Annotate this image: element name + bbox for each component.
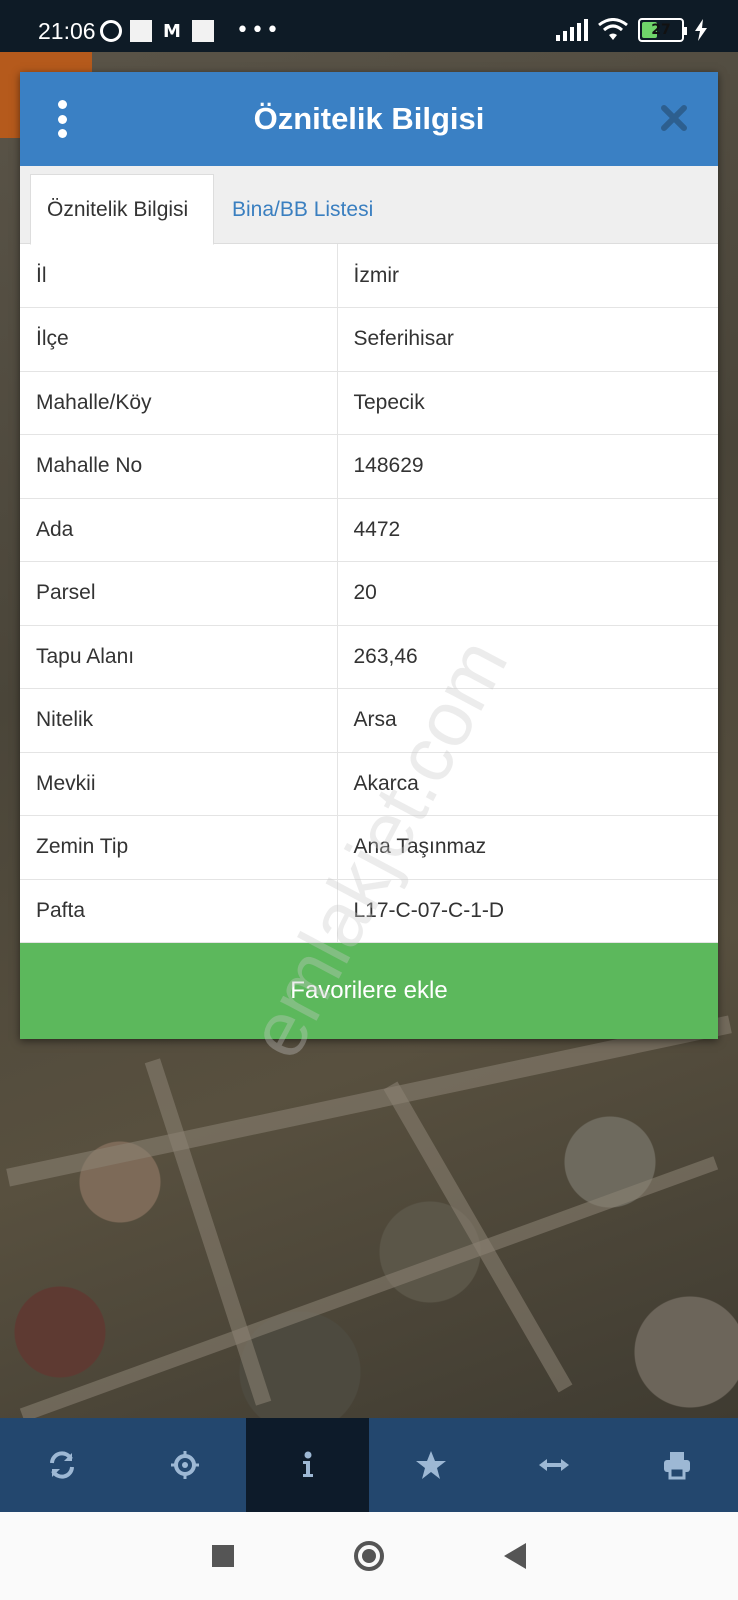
attribute-value: L17-C-07-C-1-D bbox=[337, 879, 718, 943]
dialog-header: Öznitelik Bilgisi bbox=[20, 72, 718, 166]
attribute-key: Zemin Tip bbox=[20, 815, 338, 880]
attribute-value: Seferihisar bbox=[337, 307, 718, 372]
close-icon[interactable] bbox=[656, 100, 692, 136]
attribute-row: Parsel 20 bbox=[20, 561, 718, 626]
attribute-row: Tapu Alanı 263,46 bbox=[20, 625, 718, 689]
attribute-value: 4472 bbox=[337, 498, 718, 562]
favorites-button[interactable] bbox=[369, 1418, 492, 1512]
attribute-value: Tepecik bbox=[337, 371, 718, 435]
attribute-row: Ada 4472 bbox=[20, 498, 718, 562]
measure-icon bbox=[538, 1459, 569, 1471]
bottom-toolbar bbox=[0, 1418, 738, 1512]
tab-attribute-info[interactable]: Öznitelik Bilgisi bbox=[30, 174, 214, 245]
menu-icon[interactable] bbox=[52, 100, 72, 138]
tab-building-list[interactable]: Bina/BB Listesi bbox=[216, 174, 389, 245]
signal-icon bbox=[556, 19, 588, 41]
notification-icon bbox=[192, 20, 214, 42]
attribute-row: Pafta L17-C-07-C-1-D bbox=[20, 879, 718, 943]
wifi-icon bbox=[598, 18, 628, 40]
recent-apps-icon[interactable] bbox=[212, 1545, 234, 1567]
attribute-row: İl İzmir bbox=[20, 244, 718, 308]
locate-icon bbox=[170, 1451, 199, 1479]
attribute-key: Nitelik bbox=[20, 688, 338, 753]
back-icon[interactable] bbox=[504, 1543, 526, 1569]
charging-icon bbox=[695, 19, 707, 41]
battery-level: 27 bbox=[651, 22, 671, 38]
status-icons-left: M ••• bbox=[100, 20, 281, 42]
attribute-value: 20 bbox=[337, 561, 718, 626]
attribute-key: Mahalle/Köy bbox=[20, 371, 338, 435]
attribute-row: Mahalle No 148629 bbox=[20, 434, 718, 499]
attribute-key: Mahalle No bbox=[20, 434, 338, 499]
status-icons-right: 27 bbox=[556, 18, 708, 42]
attribute-row: Nitelik Arsa bbox=[20, 688, 718, 753]
print-button[interactable] bbox=[615, 1418, 738, 1512]
measure-button[interactable] bbox=[492, 1418, 615, 1512]
attribute-key: Tapu Alanı bbox=[20, 625, 338, 689]
attribute-table: İl İzmir İlçe Seferihisar Mahalle/Köy Tepecik… bbox=[20, 244, 718, 943]
attribute-value: Arsa bbox=[337, 688, 718, 753]
tab-bar: Öznitelik Bilgisi Bina/BB Listesi bbox=[20, 166, 718, 245]
attribute-value: 263,46 bbox=[337, 625, 718, 689]
gmail-icon: M bbox=[163, 20, 181, 42]
add-to-favorites-button[interactable]: Favorilere ekle bbox=[20, 943, 718, 1039]
attribute-value: Akarca bbox=[337, 752, 718, 816]
attribute-value: 148629 bbox=[337, 434, 718, 499]
more-notifications-icon: ••• bbox=[236, 18, 281, 43]
attribute-key: İl bbox=[20, 244, 338, 308]
info-icon bbox=[302, 1451, 313, 1477]
info-button[interactable] bbox=[246, 1418, 369, 1512]
print-icon bbox=[663, 1452, 690, 1480]
alarm-icon bbox=[100, 20, 122, 42]
battery-icon: 27 bbox=[638, 18, 687, 42]
attribute-row: Mahalle/Köy Tepecik bbox=[20, 371, 718, 435]
attribute-key: İlçe bbox=[20, 307, 338, 372]
status-time: 21:06 bbox=[38, 18, 96, 44]
refresh-button[interactable] bbox=[0, 1418, 123, 1512]
attribute-key: Pafta bbox=[20, 879, 338, 943]
dialog-title: Öznitelik Bilgisi bbox=[253, 101, 485, 136]
refresh-icon bbox=[49, 1451, 74, 1479]
attribute-row: Mevkii Akarca bbox=[20, 752, 718, 816]
star-icon bbox=[415, 1451, 446, 1479]
attribute-value: Ana Taşınmaz bbox=[337, 815, 718, 880]
home-icon[interactable] bbox=[354, 1541, 384, 1571]
attribute-key: Mevkii bbox=[20, 752, 338, 816]
attribute-row: İlçe Seferihisar bbox=[20, 307, 718, 372]
attribute-value: İzmir bbox=[337, 244, 718, 308]
attribute-key: Ada bbox=[20, 498, 338, 562]
attribute-key: Parsel bbox=[20, 561, 338, 626]
notification-icon bbox=[130, 20, 152, 42]
locate-button[interactable] bbox=[123, 1418, 246, 1512]
attribute-info-dialog: Öznitelik Bilgisi Öznitelik Bilgisi Bina… bbox=[20, 72, 718, 1039]
android-navigation-bar bbox=[0, 1512, 738, 1600]
attribute-row: Zemin Tip Ana Taşınmaz bbox=[20, 815, 718, 880]
